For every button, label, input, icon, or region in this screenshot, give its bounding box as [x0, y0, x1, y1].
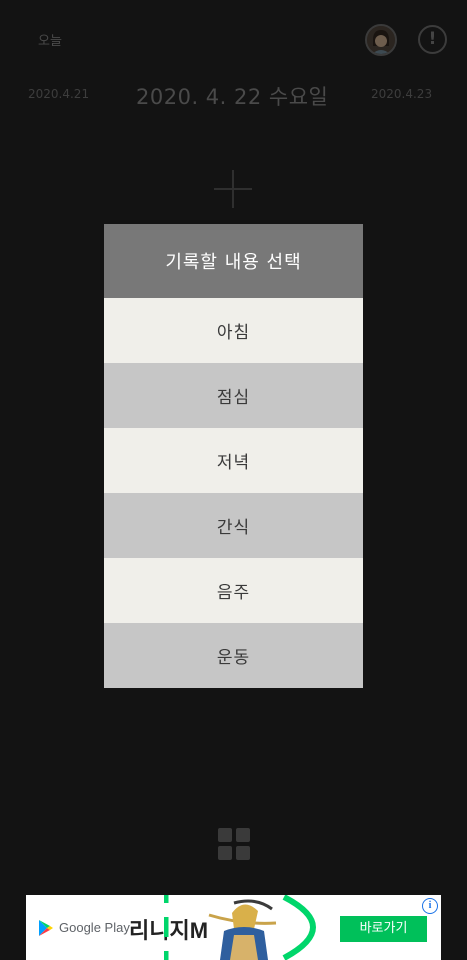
ad-cta-button[interactable]: 바로가기 — [340, 916, 427, 942]
plus-icon[interactable] — [214, 170, 252, 208]
google-play-icon — [39, 920, 53, 936]
ad-banner[interactable]: Google Play 리니지M 바로가기 i — [26, 895, 441, 960]
ad-character-art — [164, 895, 316, 960]
option-breakfast[interactable]: 아침 — [104, 298, 363, 363]
option-snack[interactable]: 간식 — [104, 493, 363, 558]
user-avatar-icon — [367, 26, 395, 54]
next-date[interactable]: 2020.4.23 — [371, 87, 432, 101]
option-drinking[interactable]: 음주 — [104, 558, 363, 623]
record-type-dialog: 기록할 내용 선택 아침 점심 저녁 간식 음주 운동 — [104, 224, 363, 688]
option-dinner[interactable]: 저녁 — [104, 428, 363, 493]
grid-icon[interactable] — [218, 828, 250, 860]
option-exercise[interactable]: 운동 — [104, 623, 363, 688]
ad-info-icon[interactable]: i — [422, 898, 438, 914]
today-button[interactable]: 오늘 — [38, 30, 62, 49]
option-lunch[interactable]: 점심 — [104, 363, 363, 428]
current-date: 2020. 4. 22 수요일 — [136, 85, 329, 109]
avatar[interactable] — [365, 24, 397, 56]
previous-date[interactable]: 2020.4.21 — [28, 87, 89, 101]
dialog-title: 기록할 내용 선택 — [104, 224, 363, 298]
google-play-label: Google Play — [59, 920, 130, 935]
info-button[interactable]: ! — [418, 25, 447, 54]
exclamation-icon: ! — [428, 29, 437, 49]
